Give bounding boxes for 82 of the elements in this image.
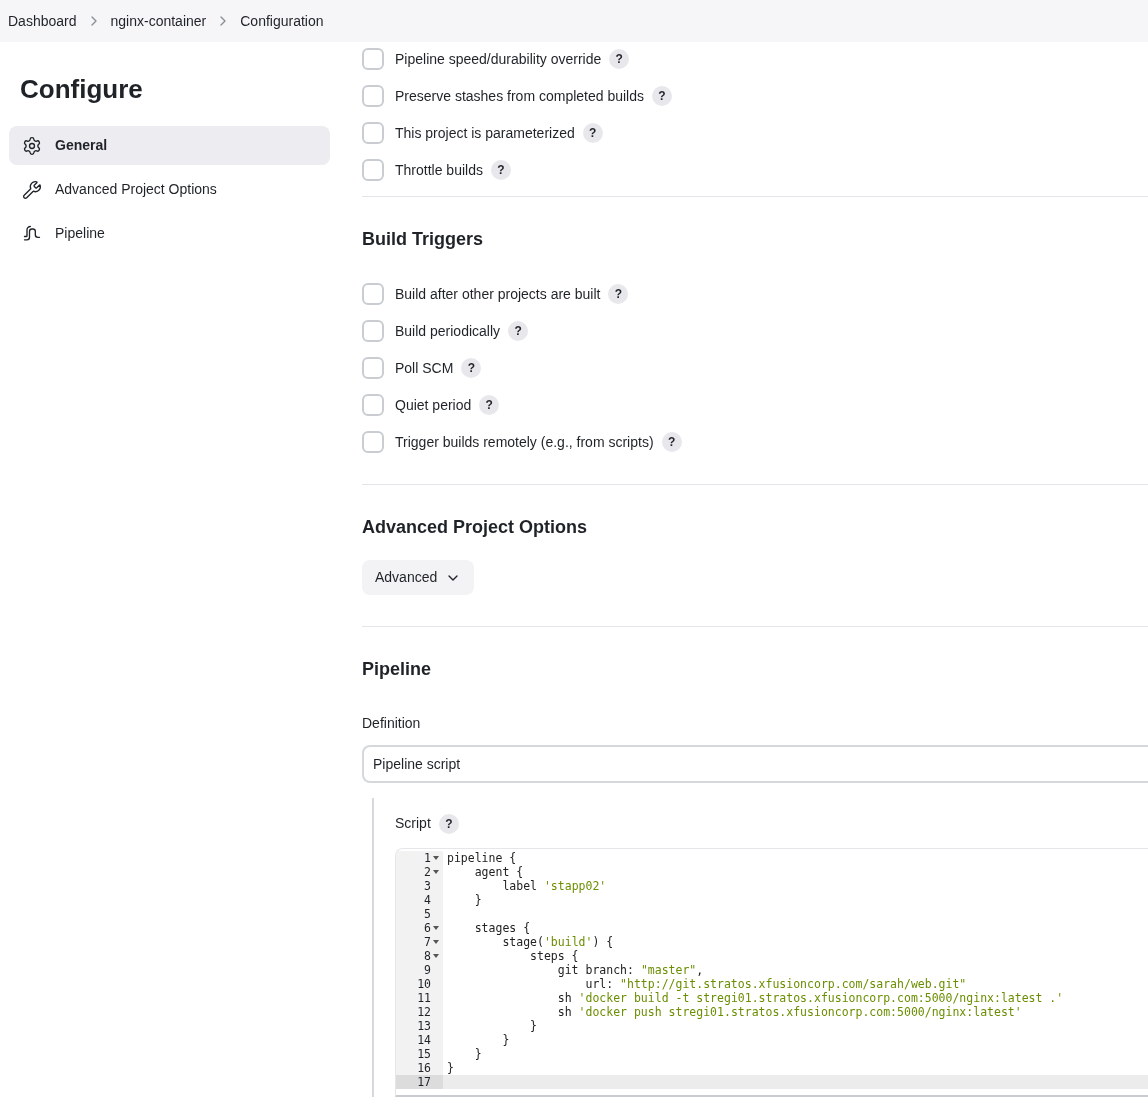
field-label: Script	[395, 814, 431, 833]
breadcrumb-link[interactable]: Configuration	[240, 10, 324, 32]
line-number: 5	[424, 907, 431, 921]
code-line: url: "http://git.stratos.xfusioncorp.com/sarah/web.git"	[584, 977, 967, 991]
code-line: stage('build') {	[501, 935, 614, 949]
code-line: }	[529, 1019, 537, 1033]
line-number: 1	[424, 851, 431, 865]
code-line: pipeline {	[447, 851, 517, 865]
help-icon[interactable]: ?	[461, 358, 482, 378]
gear-icon	[22, 135, 42, 156]
code-line: git branch: "master",	[556, 963, 704, 977]
checkbox[interactable]	[362, 48, 384, 70]
option-label: Build periodically	[395, 321, 501, 341]
field-label: Definition	[362, 714, 422, 733]
line-number: 2	[424, 865, 431, 879]
code-line: }	[473, 1047, 482, 1061]
line-number: 11	[417, 991, 431, 1005]
code-line: }	[501, 1033, 510, 1047]
line-number: 16	[417, 1061, 431, 1075]
checkbox[interactable]	[362, 122, 384, 144]
line-number: 13	[417, 1019, 431, 1033]
code-line: stages {	[473, 921, 531, 935]
option-label: Quiet period	[395, 395, 472, 415]
line-number: 17	[417, 1075, 431, 1089]
checkbox[interactable]	[362, 394, 384, 416]
fold-arrow-icon[interactable]	[433, 954, 439, 958]
help-icon[interactable]: ?	[609, 49, 630, 69]
option-label: Trigger builds remotely (e.g., from scripts)	[395, 432, 654, 452]
help-icon[interactable]: ?	[438, 813, 459, 834]
option-label: Throttle builds	[395, 160, 483, 180]
line-number: 10	[417, 977, 431, 991]
checkbox[interactable]	[362, 320, 384, 342]
code-line: agent {	[473, 865, 524, 879]
line-number: 14	[417, 1033, 431, 1047]
sidebar-item[interactable]: Advanced Project Options	[9, 170, 330, 209]
line-number: 15	[417, 1047, 431, 1061]
checkbox[interactable]	[362, 85, 384, 107]
code-line: }	[473, 893, 482, 907]
line-number: 4	[424, 893, 431, 907]
section-heading: Pipeline	[362, 658, 433, 681]
fold-arrow-icon[interactable]	[433, 940, 439, 944]
section-heading: Advanced Project Options	[362, 516, 589, 539]
option-label: Preserve stashes from completed builds	[395, 86, 644, 106]
advanced-button[interactable]: Advanced	[362, 560, 475, 595]
breadcrumb-link[interactable]: nginx-container	[110, 10, 207, 32]
wrench-icon	[22, 179, 42, 200]
line-number: 7	[424, 935, 431, 949]
help-icon[interactable]: ?	[508, 321, 529, 341]
definition-select[interactable]: Pipeline script	[362, 745, 1148, 783]
code-line: label 'stapp02'	[501, 879, 607, 893]
line-number: 8	[424, 949, 431, 963]
line-number: 9	[424, 963, 431, 977]
code-line: }	[447, 1061, 454, 1075]
page-title: Configure	[19, 73, 144, 106]
fold-arrow-icon[interactable]	[433, 926, 439, 930]
help-icon[interactable]: ?	[582, 123, 603, 143]
code-line: sh 'docker build -t stregi01.stratos.xfusioncorp.com:5000/nginx:latest .'	[556, 991, 1064, 1005]
checkbox[interactable]	[362, 431, 384, 453]
line-number: 12	[417, 1005, 431, 1019]
help-icon[interactable]: ?	[608, 284, 629, 304]
pipeline-icon	[22, 223, 42, 244]
help-icon[interactable]: ?	[479, 395, 500, 415]
help-icon[interactable]: ?	[661, 432, 682, 452]
checkbox[interactable]	[362, 357, 384, 379]
sidebar-item[interactable]: General	[9, 126, 330, 165]
breadcrumb-link[interactable]: Dashboard	[8, 10, 77, 32]
help-icon[interactable]: ?	[490, 160, 511, 180]
checkbox[interactable]	[362, 159, 384, 181]
fold-arrow-icon[interactable]	[433, 856, 439, 860]
option-label: Build after other projects are built	[395, 284, 601, 304]
section-heading: Build Triggers	[362, 228, 485, 251]
sidebar-item[interactable]: Pipeline	[9, 214, 330, 253]
option-label: Poll SCM	[395, 358, 454, 378]
code-line: sh 'docker push stregi01.stratos.xfusioncorp.com:5000/nginx:latest'	[556, 1005, 1022, 1019]
code-line: steps {	[529, 949, 579, 963]
option-label: Pipeline speed/durability override	[395, 49, 602, 69]
option-label: This project is parameterized	[395, 123, 575, 143]
help-icon[interactable]: ?	[652, 86, 672, 106]
line-number: 6	[424, 921, 431, 935]
line-number: 3	[424, 879, 431, 893]
fold-arrow-icon[interactable]	[433, 870, 439, 874]
checkbox[interactable]	[362, 283, 384, 305]
